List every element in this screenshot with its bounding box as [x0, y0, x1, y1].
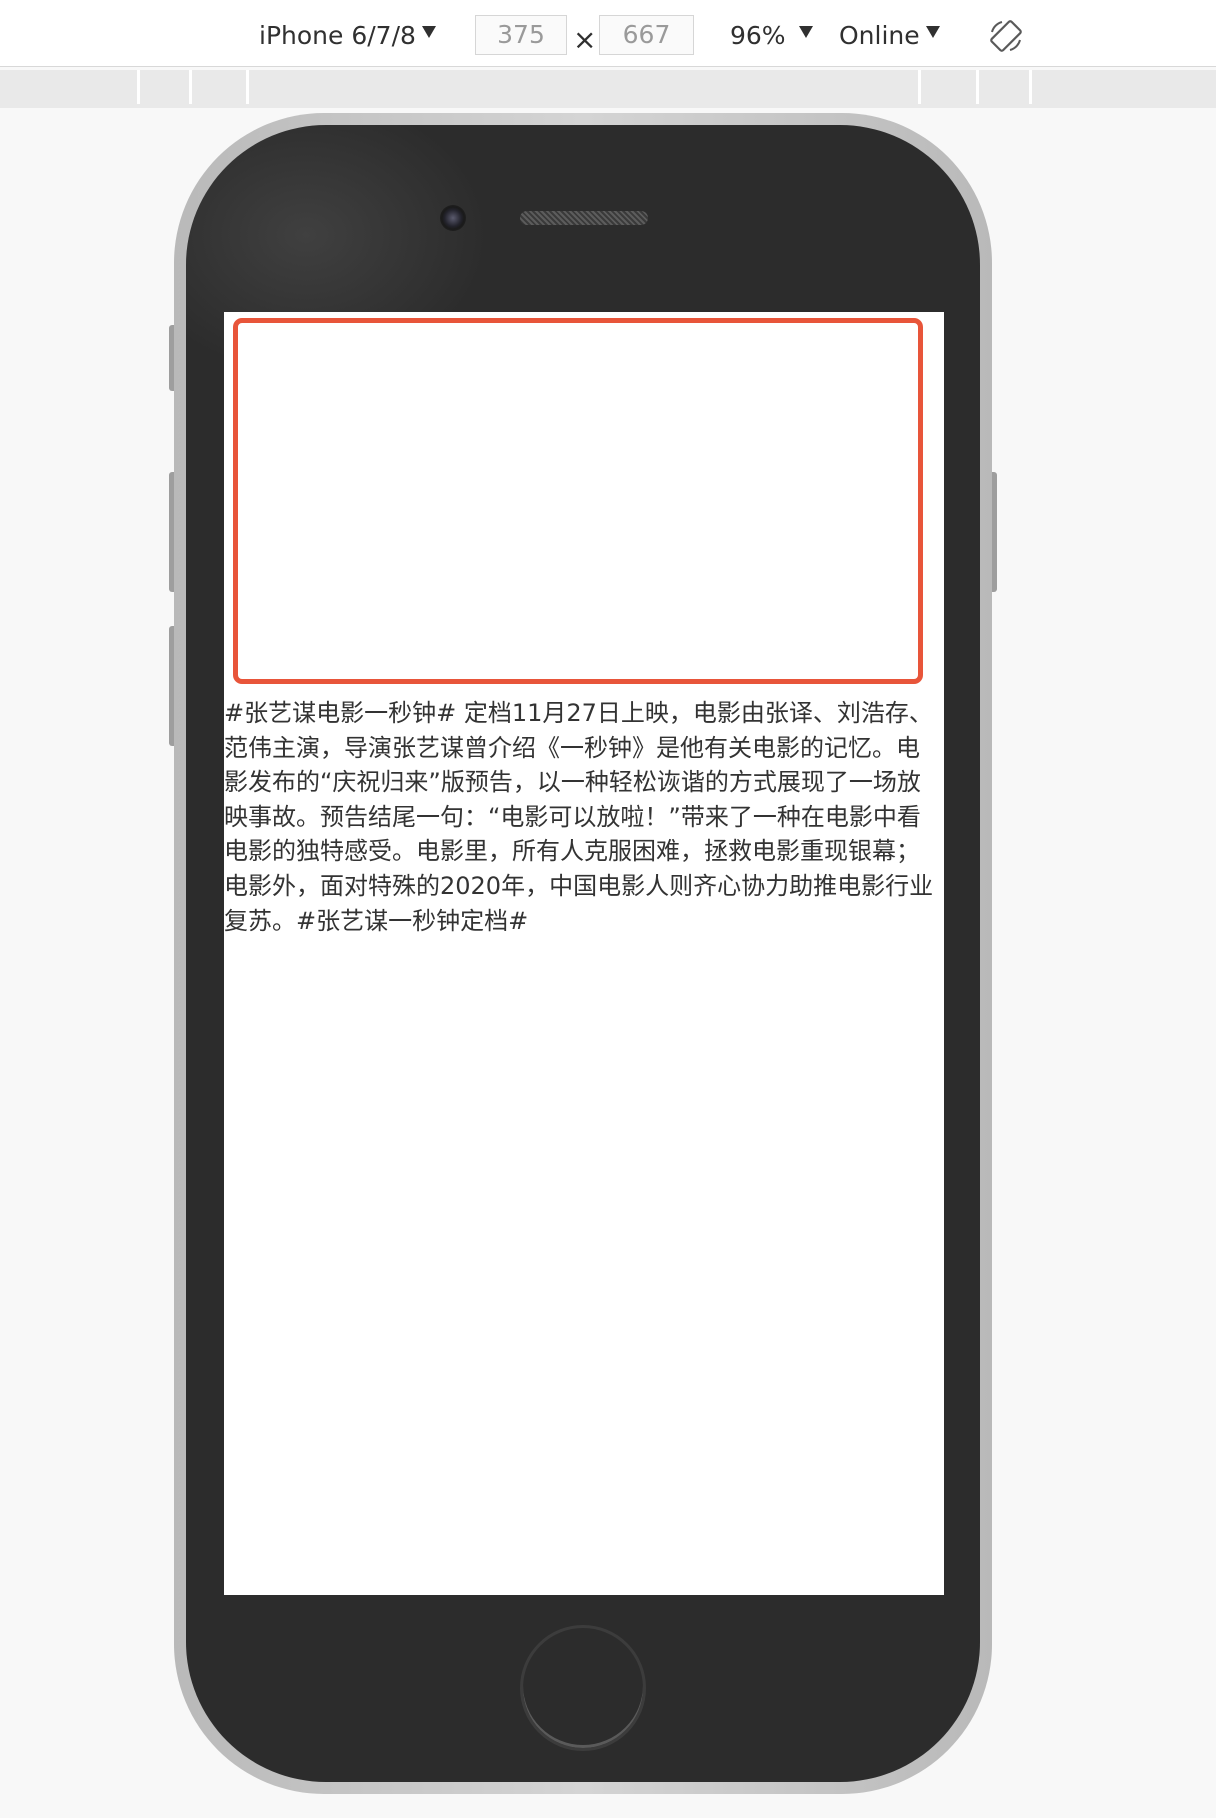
- zoom-select[interactable]: 96%: [730, 18, 786, 54]
- front-camera-icon: [440, 205, 466, 231]
- device-select[interactable]: iPhone 6/7/8: [259, 18, 416, 54]
- earpiece-speaker: [520, 211, 648, 225]
- ruler-divider: [189, 70, 192, 104]
- article-text: #张艺谋电影一秒钟# 定档11月27日上映，电影由张译、刘浩存、范伟主演，导演张…: [224, 699, 934, 935]
- network-throttle-select[interactable]: Online: [839, 18, 920, 54]
- width-input[interactable]: 375: [475, 15, 567, 55]
- dimension-times-icon: ×: [573, 23, 597, 56]
- ruler-divider: [246, 70, 249, 104]
- home-button[interactable]: [520, 1625, 646, 1751]
- ruler-divider: [1029, 70, 1032, 104]
- device-dropdown-arrow-icon[interactable]: [422, 26, 436, 38]
- network-dropdown-arrow-icon[interactable]: [926, 26, 940, 38]
- ruler-divider: [137, 70, 140, 104]
- zoom-dropdown-arrow-icon[interactable]: [799, 26, 813, 38]
- video-placeholder[interactable]: [233, 318, 923, 684]
- ruler-divider: [976, 70, 979, 104]
- ruler-divider: [918, 70, 921, 104]
- device-toolbar: iPhone 6/7/8 375 × 667 96% Online: [0, 0, 1216, 67]
- height-input[interactable]: 667: [599, 15, 694, 55]
- device-screen: #张艺谋电影一秒钟# 定档11月27日上映，电影由张译、刘浩存、范伟主演，导演张…: [224, 312, 944, 1595]
- media-query-ruler[interactable]: [0, 70, 1216, 108]
- rotate-icon[interactable]: [988, 18, 1024, 54]
